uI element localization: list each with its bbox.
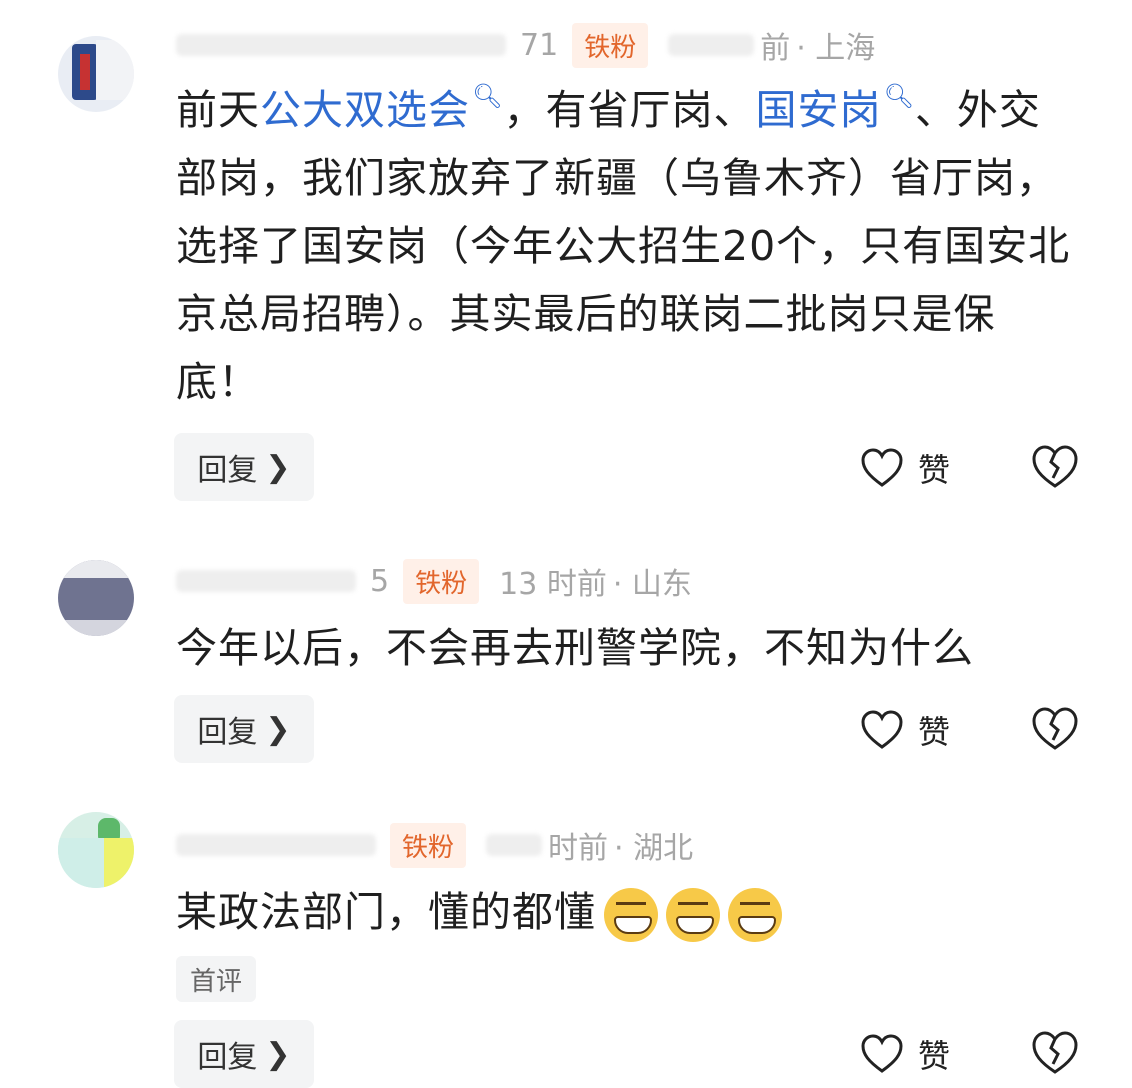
fan-badge: 铁粉 [390,822,467,868]
username-fragment: 5 [370,563,390,599]
chevron-right-icon: ❯ [265,1036,291,1072]
comment-text: 前天公大双选会🔍︎，有省厅岗、国安岗🔍︎、外交部岗，我们家放弃了新疆（乌鲁木齐）… [176,76,1076,416]
time-fragment: 时前 [548,831,609,866]
search-icon[interactable]: 🔍︎ [883,76,914,116]
comment-meta: 71 铁粉 前 · 上海 [176,22,875,68]
heart-icon [861,710,903,749]
search-icon[interactable]: 🔍︎ [472,76,503,116]
first-comment-tag: 首评 [176,956,256,1002]
reply-button[interactable]: 回复 ❯ [174,1020,314,1088]
username-blurred [176,834,376,856]
like-button[interactable]: 赞 [860,1024,950,1084]
time-blurred [668,34,755,56]
username-fragment: 71 [520,27,559,63]
broken-heart-icon[interactable] [1030,704,1080,754]
avatar[interactable] [58,560,134,636]
comment-text: 某政法部门，懂的都懂 [176,878,1076,946]
time-blurred [486,834,543,856]
avatar[interactable] [58,812,134,888]
like-button[interactable]: 赞 [860,700,950,760]
grin-emoji-icon [604,888,658,942]
time-fragment: 13 时前 [499,567,607,602]
comment-text: 今年以后，不会再去刑警学院，不知为什么 [176,624,974,672]
location: · 山东 [612,567,692,602]
time-fragment: 前 [760,31,791,66]
avatar[interactable] [58,36,134,112]
username-blurred [176,570,356,592]
grin-emoji-icon [666,888,720,942]
broken-heart-icon[interactable] [1030,1028,1080,1078]
chevron-right-icon: ❯ [265,711,291,747]
location: · 上海 [796,31,876,66]
heart-icon [861,1034,903,1073]
reply-button[interactable]: 回复 ❯ [174,433,314,501]
username-blurred [176,34,506,56]
comment-meta: 铁粉 时前 · 湖北 [176,822,693,868]
grin-emoji-icon [728,888,782,942]
search-link[interactable]: 公大双选会 [260,86,470,134]
comment-meta: 5 铁粉 13 时前 · 山东 [176,558,692,604]
search-link[interactable]: 国安岗 [755,86,881,134]
location: · 湖北 [614,831,694,866]
like-button[interactable]: 赞 [860,438,950,498]
broken-heart-icon[interactable] [1030,442,1080,492]
heart-icon [861,448,903,487]
fan-badge: 铁粉 [572,22,649,68]
fan-badge: 铁粉 [403,558,480,604]
reply-button[interactable]: 回复 ❯ [174,695,314,763]
chevron-right-icon: ❯ [265,449,291,485]
